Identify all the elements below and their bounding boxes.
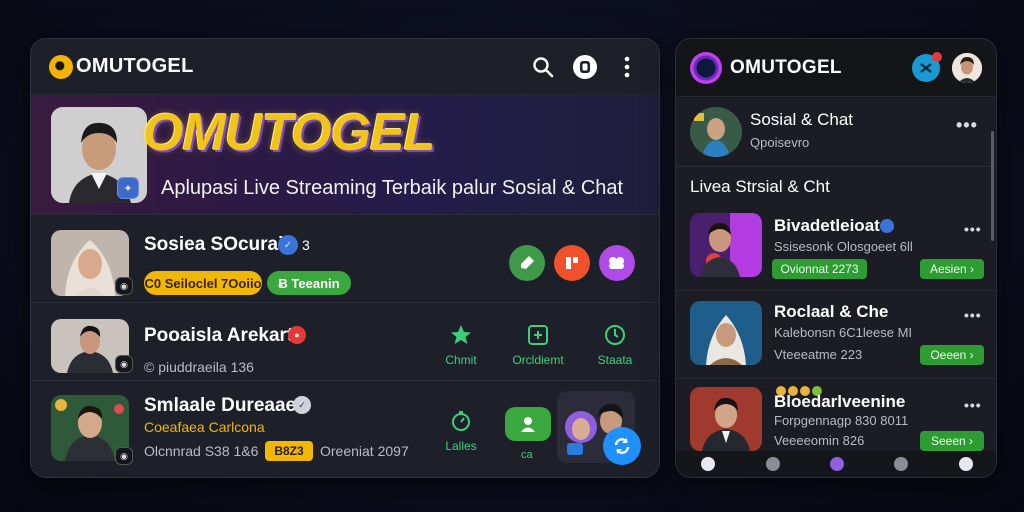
live-badge-icon: ◉ — [115, 355, 133, 373]
stream-tag: Vteeeatme 223 — [774, 347, 863, 362]
notification-icon[interactable] — [912, 51, 942, 82]
verified-icon: ✓ — [278, 235, 298, 255]
top-bar: OMUTOGEL — [676, 39, 996, 97]
list-item[interactable]: Sosial & Chat Qpoisevro ••• — [676, 97, 996, 167]
join-button[interactable]: Aesien › — [920, 259, 984, 279]
profile-icon[interactable] — [958, 457, 973, 471]
list-item[interactable]: ◉ Smlaale Dureaaet ✓ Coeafaea Carlcona O… — [31, 381, 659, 477]
stream-thumbnail[interactable] — [690, 387, 762, 451]
logo-icon — [690, 51, 722, 84]
list-item[interactable]: ◉ Pooaisla Arekart ● © piuddraeila 136 C… — [31, 303, 659, 381]
more-vertical-icon[interactable] — [613, 53, 641, 81]
order-action[interactable]: Orcldiemt — [505, 321, 571, 367]
logo-icon — [49, 54, 73, 79]
stream-name: Roclaal & Che — [774, 302, 889, 321]
bottom-navigation — [676, 451, 996, 477]
add-user-button[interactable] — [505, 407, 551, 441]
chevron-right-icon: › — [965, 434, 974, 448]
live-badge-icon: ◉ — [115, 447, 133, 465]
stream-name: Bivadetleioat — [774, 216, 880, 235]
section-title: Livea Strsial & Cht — [690, 177, 830, 196]
main-app-window: OMUTOGEL ✦ OMUTOGEL Aplupasi Live Stream… — [30, 38, 660, 478]
stat-text: Olcnnrad S38 1&6 — [144, 443, 259, 459]
rank-badge: B8Z3 — [265, 441, 313, 461]
more-options-icon[interactable]: ••• — [964, 307, 982, 323]
home-icon[interactable] — [701, 457, 716, 471]
stream-meta: Kalebonsn 6C1leese MI — [774, 325, 913, 340]
status-action[interactable]: Staata — [589, 321, 641, 367]
stream-meta: Ssisesonk Olosgoeet 6ll — [774, 239, 913, 254]
promo-banner: ✦ OMUTOGEL Aplupasi Live Streaming Terba… — [31, 95, 659, 215]
stream-thumbnail[interactable] — [690, 213, 762, 277]
verified-badge-icon: ✦ — [117, 177, 139, 199]
more-options-icon[interactable]: ••• — [964, 221, 982, 237]
messages-icon[interactable] — [894, 457, 909, 471]
join-button[interactable]: Oeeen › — [920, 345, 984, 365]
action-label: Staata — [597, 353, 633, 367]
chat-bubble-icon[interactable] — [571, 53, 599, 81]
chat-button[interactable] — [509, 245, 545, 281]
explore-icon[interactable] — [765, 457, 780, 471]
channel-avatar[interactable] — [690, 107, 742, 157]
flag-button[interactable] — [554, 245, 590, 281]
banner-subtitle: Aplupasi Live Streaming Terbaik palur So… — [161, 177, 624, 199]
chevron-right-icon: › — [966, 262, 975, 276]
streamer-name: Smlaale Dureaaet — [144, 395, 303, 416]
list-item[interactable]: Bivadetleioat Ssisesonk Olosgoeet 6ll Ov… — [676, 207, 996, 291]
channel-name: Sosial & Chat — [750, 110, 853, 129]
follower-suffix: 3 — [302, 237, 310, 253]
record-icon: ● — [288, 326, 306, 344]
stream-tag: Ovionnat 2273 — [772, 259, 867, 279]
streamer-subtitle: Coeafaea Carlcona — [144, 419, 265, 435]
viewer-count: © piuddraeila 136 — [144, 359, 254, 375]
list-item[interactable]: Bloedarlveenine Forpgennagp 830 8011 Vee… — [676, 379, 996, 453]
streamer-name: Pooaisla Arekart — [144, 325, 294, 346]
streamer-name: Sosiea SOcurai — [144, 234, 284, 255]
stream-thumbnail[interactable] — [690, 301, 762, 365]
profile-avatar[interactable] — [952, 52, 982, 83]
timer-icon — [435, 407, 487, 435]
star-icon — [435, 321, 487, 349]
date-text: Oreeniat 2097 — [320, 443, 409, 459]
user-button-label: ca — [521, 449, 533, 461]
sidebar-app-window: OMUTOGEL Sosial & Chat Qpoisevro ••• Liv… — [675, 38, 997, 478]
chevron-right-icon: › — [966, 348, 974, 362]
more-options-icon[interactable]: ••• — [956, 115, 978, 136]
clock-icon — [589, 321, 641, 349]
search-icon[interactable] — [529, 53, 557, 81]
stream-name: Bloedarlveenine — [774, 392, 906, 411]
join-button-label: Aesien — [929, 262, 967, 276]
brand-name: OMUTOGEL — [730, 56, 842, 78]
stream-tag: Veeeeomin 826 — [774, 433, 865, 448]
live-badge-icon: ◉ — [115, 277, 133, 295]
list-item[interactable]: Roclaal & Che Kalebonsn 6C1leese MI Vtee… — [676, 291, 996, 379]
chat-action[interactable]: Chmit — [435, 321, 487, 367]
status-tag[interactable]: Ƀ Teeanin — [267, 271, 351, 295]
banner-title: OMUTOGEL — [143, 104, 435, 162]
stream-meta: Forpgennagp 830 8011 — [774, 413, 909, 428]
join-button-label: Oeeen — [930, 348, 967, 362]
group-button[interactable] — [599, 245, 635, 281]
add-icon — [505, 321, 571, 349]
action-label: Chmit — [445, 353, 477, 367]
verified-icon: ✓ — [293, 396, 311, 414]
verified-icon — [880, 219, 894, 233]
likes-action[interactable]: Lalles — [435, 407, 487, 453]
more-options-icon[interactable]: ••• — [964, 397, 982, 413]
stat-tag: C0 Seiloclel 7Ooiio — [144, 271, 262, 295]
action-label: Orcldiemt — [512, 353, 564, 367]
join-button[interactable]: Seeen › — [920, 431, 984, 451]
top-bar: OMUTOGEL — [31, 39, 659, 95]
live-icon[interactable] — [829, 457, 844, 471]
brand-name: OMUTOGEL — [76, 55, 194, 77]
join-button-label: Seeen — [930, 434, 966, 448]
action-label: Lalles — [445, 439, 477, 453]
list-item[interactable]: ◉ Sosiea SOcurai ✓ 3 C0 Seiloclel 7Ooiio… — [31, 217, 659, 303]
refresh-button[interactable] — [603, 427, 641, 465]
channel-meta: Qpoisevro — [750, 135, 810, 150]
